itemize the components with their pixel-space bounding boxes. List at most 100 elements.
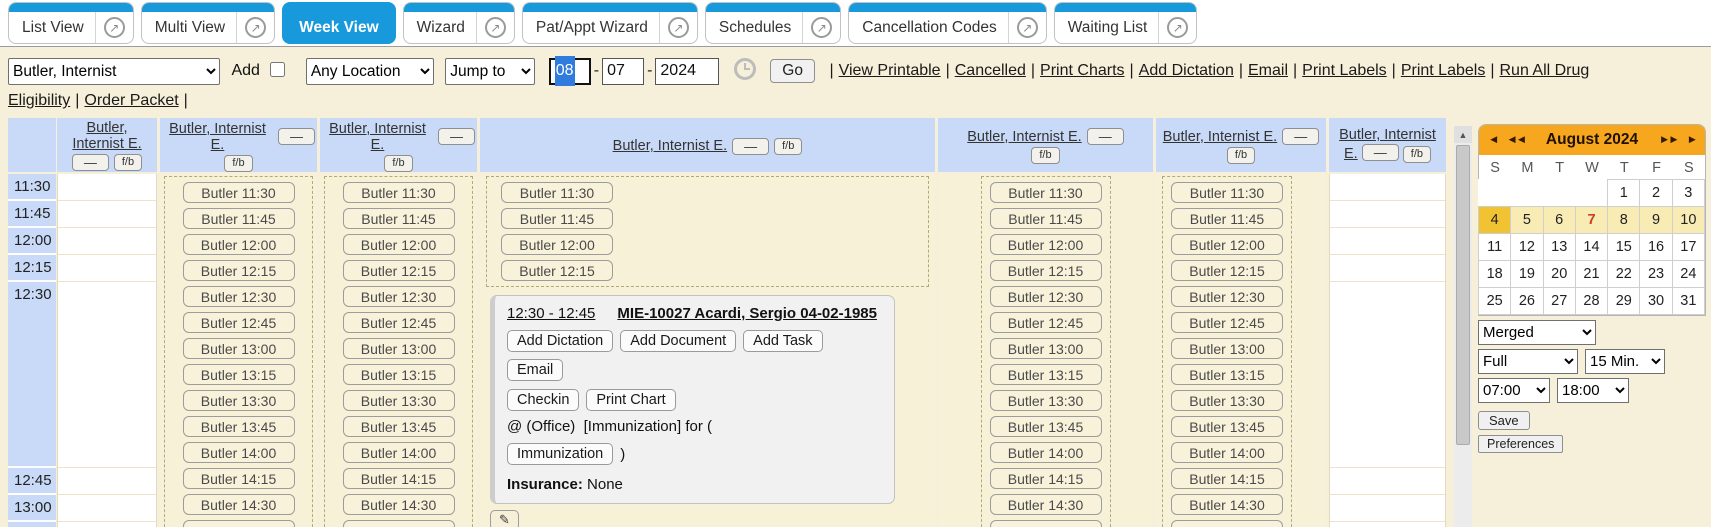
fb-button[interactable]: f/b — [384, 155, 412, 172]
link-print-labels[interactable]: Print Labels — [1302, 62, 1387, 79]
calendar-day-7[interactable]: 7 — [1575, 206, 1608, 234]
slot-button-partial[interactable] — [1171, 520, 1283, 527]
slot-button-butler-13-45[interactable]: Butler 13:45 — [1171, 416, 1283, 437]
collapse-column-button[interactable]: — — [1362, 144, 1399, 161]
add-dictation-button[interactable]: Add Dictation — [507, 330, 613, 352]
slot-button-butler-12-15[interactable]: Butler 12:15 — [343, 260, 455, 281]
slot-button-butler-14-30[interactable]: Butler 14:30 — [183, 494, 295, 515]
calendar-day-5[interactable]: 5 — [1510, 206, 1543, 234]
slot-button-butler-14-30[interactable]: Butler 14:30 — [1171, 494, 1283, 515]
slot-button-butler-13-30[interactable]: Butler 13:30 — [1171, 390, 1283, 411]
date-day-input[interactable]: 07 — [602, 58, 644, 85]
slot-button-butler-12-15[interactable]: Butler 12:15 — [501, 260, 613, 281]
tab-week-view[interactable]: Week View — [282, 2, 396, 44]
fb-button[interactable]: f/b — [1403, 146, 1431, 163]
open-in-new-window-button[interactable]: ↗ — [95, 12, 133, 43]
link-order-packet[interactable]: Order Packet — [84, 92, 178, 109]
open-in-new-window-button[interactable]: ↗ — [659, 12, 697, 43]
calendar-day-3[interactable]: 3 — [1672, 179, 1705, 207]
collapse-column-button[interactable]: — — [72, 154, 109, 171]
clock-icon[interactable] — [734, 58, 756, 80]
slot-button-butler-11-45[interactable]: Butler 11:45 — [183, 208, 295, 229]
calendar-day-13[interactable]: 13 — [1543, 233, 1576, 261]
slot-button-butler-12-45[interactable]: Butler 12:45 — [343, 312, 455, 333]
calendar-day-20[interactable]: 20 — [1543, 260, 1576, 288]
appointment-type-button[interactable]: Immunization — [507, 443, 613, 465]
link-add-dictation[interactable]: Add Dictation — [1139, 62, 1234, 79]
merge-mode-select[interactable]: Merged — [1478, 320, 1596, 345]
collapse-column-button[interactable]: — — [1087, 128, 1124, 145]
slot-button-butler-12-00[interactable]: Butler 12:00 — [501, 234, 613, 255]
slot-button-butler-12-15[interactable]: Butler 12:15 — [990, 260, 1102, 281]
fb-button[interactable]: f/b — [114, 154, 142, 171]
slot-button-butler-14-00[interactable]: Butler 14:00 — [183, 442, 295, 463]
jump-to-select[interactable]: Jump to — [445, 58, 535, 85]
date-month-input[interactable]: 08 — [549, 58, 591, 85]
calendar-day-19[interactable]: 19 — [1510, 260, 1543, 288]
calendar-day-17[interactable]: 17 — [1672, 233, 1705, 261]
calendar-back-icon[interactable]: ◄ — [1488, 134, 1497, 146]
day-start-select[interactable]: 07:00 — [1478, 378, 1550, 403]
tab-waiting-list[interactable]: Waiting List ↗ — [1054, 2, 1198, 44]
calendar-day-26[interactable]: 26 — [1510, 287, 1543, 315]
calendar-back-fast-icon[interactable]: ◄◄ — [1506, 134, 1525, 146]
calendar-forward-icon[interactable]: ► — [1687, 134, 1696, 146]
slot-button-butler-12-00[interactable]: Butler 12:00 — [990, 234, 1102, 255]
provider-column-link[interactable]: Butler, Internist E. — [1163, 129, 1277, 145]
tab-schedules[interactable]: Schedules ↗ — [705, 2, 841, 44]
calendar-day-8[interactable]: 8 — [1607, 206, 1640, 234]
calendar-day-10[interactable]: 10 — [1672, 206, 1705, 234]
calendar-day-1[interactable]: 1 — [1607, 179, 1640, 207]
calendar-day-22[interactable]: 22 — [1607, 260, 1640, 288]
slot-button-butler-11-30[interactable]: Butler 11:30 — [501, 182, 613, 203]
slot-button-butler-11-30[interactable]: Butler 11:30 — [343, 182, 455, 203]
print-chart-button[interactable]: Print Chart — [586, 389, 675, 411]
slot-button-butler-12-00[interactable]: Butler 12:00 — [183, 234, 295, 255]
slot-button-butler-12-15[interactable]: Butler 12:15 — [183, 260, 295, 281]
add-document-button[interactable]: Add Document — [620, 330, 736, 352]
calendar-day-18[interactable]: 18 — [1478, 260, 1511, 288]
slot-button-butler-14-30[interactable]: Butler 14:30 — [343, 494, 455, 515]
slot-button-butler-11-30[interactable]: Butler 11:30 — [183, 182, 295, 203]
calendar-day-27[interactable]: 27 — [1543, 287, 1576, 315]
date-year-input[interactable]: 2024 — [655, 58, 719, 85]
fb-button[interactable]: f/b — [224, 155, 252, 172]
slot-button-butler-14-00[interactable]: Butler 14:00 — [1171, 442, 1283, 463]
calendar-day-16[interactable]: 16 — [1639, 233, 1672, 261]
fb-button[interactable]: f/b — [774, 138, 802, 155]
day-end-select[interactable]: 18:00 — [1557, 378, 1629, 403]
slot-button-butler-12-15[interactable]: Butler 12:15 — [1171, 260, 1283, 281]
slot-button-butler-13-00[interactable]: Butler 13:00 — [183, 338, 295, 359]
calendar-forward-fast-icon[interactable]: ►► — [1659, 134, 1678, 146]
calendar-day-30[interactable]: 30 — [1639, 287, 1672, 315]
slot-button-butler-11-30[interactable]: Butler 11:30 — [1171, 182, 1283, 203]
collapse-column-button[interactable]: — — [1282, 128, 1319, 145]
slot-button-butler-12-30[interactable]: Butler 12:30 — [183, 286, 295, 307]
slot-button-butler-12-00[interactable]: Butler 12:00 — [1171, 234, 1283, 255]
link-cancelled[interactable]: Cancelled — [955, 62, 1026, 79]
collapse-column-button[interactable]: — — [438, 128, 475, 145]
calendar-day-21[interactable]: 21 — [1575, 260, 1608, 288]
edit-appointment-button[interactable]: ✎ — [490, 510, 519, 527]
provider-column-link[interactable]: Butler, Internist E. — [162, 121, 273, 153]
open-in-new-window-button[interactable]: ↗ — [802, 12, 840, 43]
calendar-day-23[interactable]: 23 — [1639, 260, 1672, 288]
slot-button-butler-11-30[interactable]: Butler 11:30 — [990, 182, 1102, 203]
calendar-day-2[interactable]: 2 — [1639, 179, 1672, 207]
slot-button-butler-13-00[interactable]: Butler 13:00 — [1171, 338, 1283, 359]
tab-pat-appt-wizard[interactable]: Pat/Appt Wizard ↗ — [522, 2, 698, 44]
link-print-labels[interactable]: Print Labels — [1401, 62, 1486, 79]
tab-wizard[interactable]: Wizard ↗ — [403, 2, 515, 44]
save-button[interactable]: Save — [1478, 411, 1530, 430]
open-in-new-window-button[interactable]: ↗ — [476, 12, 514, 43]
open-in-new-window-button[interactable]: ↗ — [1008, 12, 1046, 43]
slot-button-butler-13-15[interactable]: Butler 13:15 — [343, 364, 455, 385]
slot-button-butler-11-45[interactable]: Butler 11:45 — [1171, 208, 1283, 229]
slot-button-butler-12-30[interactable]: Butler 12:30 — [343, 286, 455, 307]
calendar-day-25[interactable]: 25 — [1478, 287, 1511, 315]
location-select[interactable]: Any Location — [306, 58, 434, 85]
slot-button-butler-14-15[interactable]: Butler 14:15 — [343, 468, 455, 489]
appointment-time-link[interactable]: 12:30 - 12:45 — [507, 305, 595, 322]
open-in-new-window-button[interactable]: ↗ — [1158, 12, 1196, 43]
checkin-button[interactable]: Checkin — [507, 389, 579, 411]
